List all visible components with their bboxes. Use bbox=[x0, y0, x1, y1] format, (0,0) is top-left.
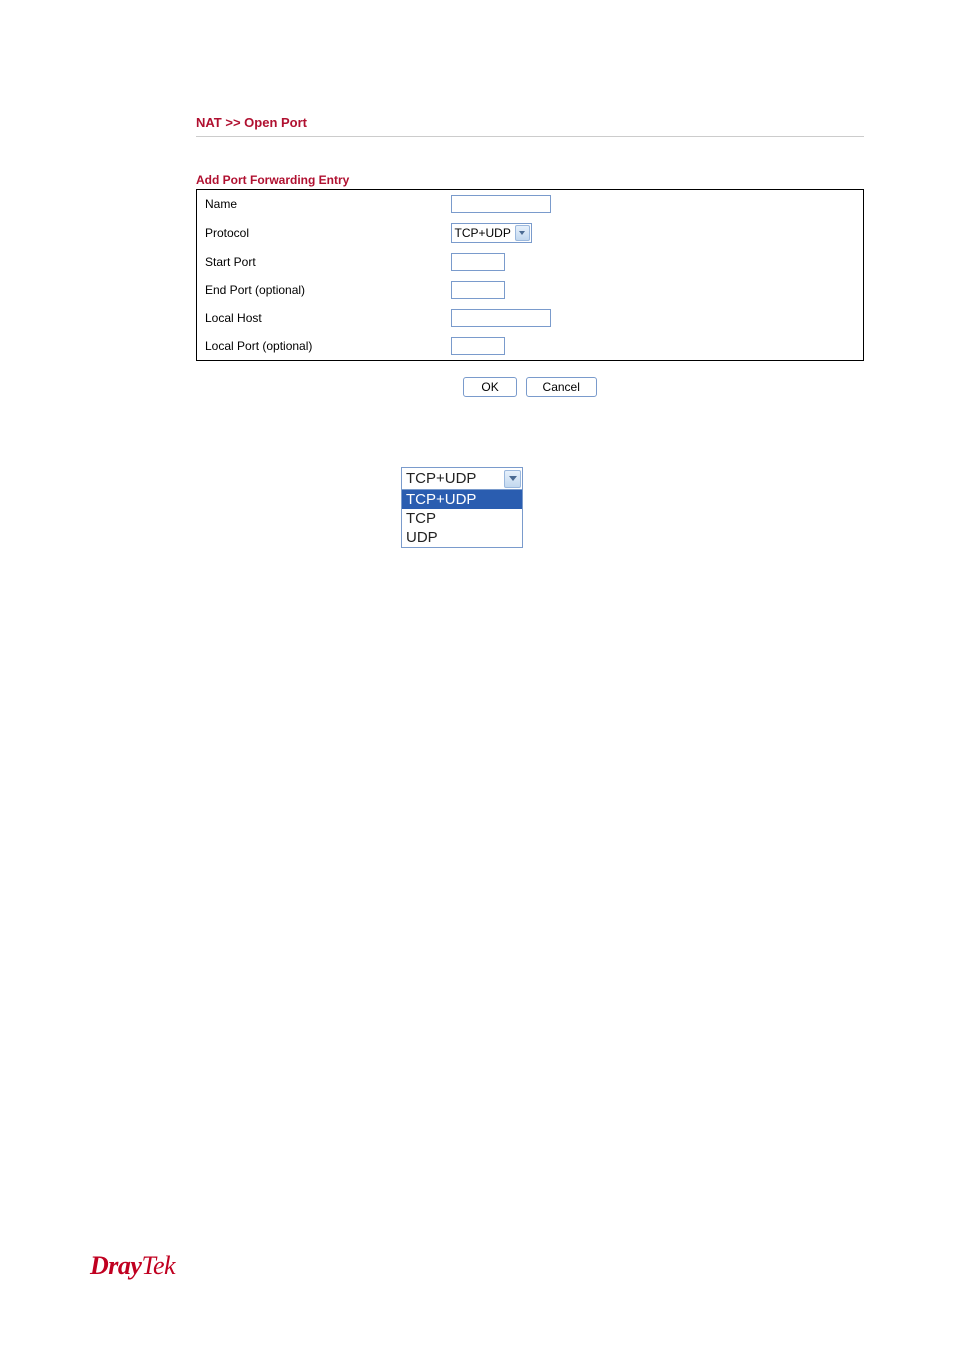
cancel-button[interactable]: Cancel bbox=[526, 377, 597, 397]
protocol-label: Protocol bbox=[197, 218, 443, 248]
start-port-input[interactable] bbox=[451, 253, 505, 271]
local-host-input[interactable] bbox=[451, 309, 551, 327]
chevron-down-icon bbox=[504, 470, 521, 488]
end-port-input[interactable] bbox=[451, 281, 505, 299]
local-port-input[interactable] bbox=[451, 337, 505, 355]
dropdown-header[interactable]: TCP+UDP bbox=[402, 468, 522, 490]
name-label: Name bbox=[197, 190, 443, 219]
name-input[interactable] bbox=[451, 195, 551, 213]
protocol-select-value: TCP+UDP bbox=[452, 226, 515, 240]
dropdown-option-tcp[interactable]: TCP bbox=[402, 509, 522, 528]
end-port-label: End Port (optional) bbox=[197, 276, 443, 304]
chevron-down-icon bbox=[515, 225, 530, 241]
protocol-select[interactable]: TCP+UDP bbox=[451, 223, 532, 243]
dropdown-option-tcp-udp[interactable]: TCP+UDP bbox=[402, 490, 522, 509]
section-title: Add Port Forwarding Entry bbox=[196, 173, 954, 187]
breadcrumb: NAT >> Open Port bbox=[196, 115, 864, 137]
brand-text-bold: Dray bbox=[90, 1251, 141, 1280]
local-port-label: Local Port (optional) bbox=[197, 332, 443, 361]
brand-text-light: Tek bbox=[141, 1251, 175, 1280]
ok-button[interactable]: OK bbox=[463, 377, 517, 397]
port-forwarding-form: Name Protocol TCP+UDP Start Port End Por… bbox=[196, 189, 864, 361]
local-host-label: Local Host bbox=[197, 304, 443, 332]
dropdown-current-value: TCP+UDP bbox=[406, 470, 476, 487]
dropdown-option-udp[interactable]: UDP bbox=[402, 528, 522, 547]
protocol-dropdown-expanded: TCP+UDP TCP+UDP TCP UDP bbox=[401, 467, 523, 548]
start-port-label: Start Port bbox=[197, 248, 443, 276]
brand-logo: DrayTek bbox=[90, 1251, 175, 1281]
